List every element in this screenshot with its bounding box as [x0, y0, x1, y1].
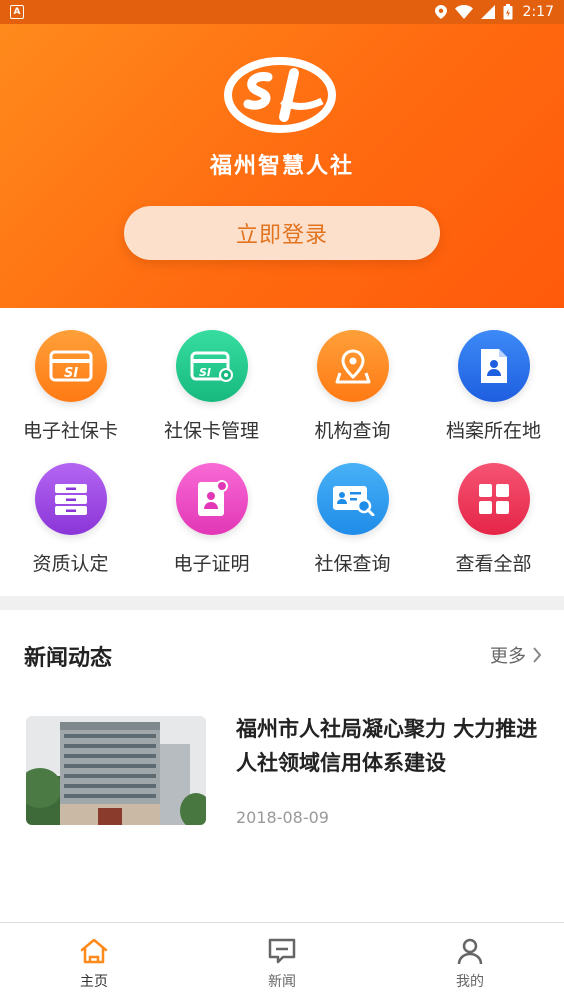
more-label: 更多 [490, 646, 526, 667]
user-icon [457, 938, 483, 965]
service-label: 机构查询 [314, 420, 391, 442]
certificate-icon [175, 463, 248, 535]
svg-text:SI: SI [199, 366, 211, 379]
ecard-icon: SI [34, 330, 107, 402]
service-social-security-query[interactable]: 社保查询 [282, 463, 423, 593]
service-ecard[interactable]: SI 电子社保卡 [0, 330, 141, 460]
service-archive-location[interactable]: 档案所在地 [423, 330, 564, 460]
section-divider [0, 596, 564, 610]
id-search-icon [316, 463, 389, 535]
status-bar: A 2:17 [0, 0, 564, 24]
header-banner: 福州智慧人社 立即登录 [0, 24, 564, 308]
signal-icon [480, 5, 495, 19]
news-section-title: 新闻动态 [24, 646, 113, 671]
home-icon [80, 938, 108, 964]
bottom-navigation: 主页 新闻 我的 [0, 922, 564, 1004]
news-section-header: 新闻动态 更多 [0, 610, 564, 694]
wifi-icon [454, 5, 473, 19]
nav-tab-profile[interactable]: 我的 [376, 923, 564, 1004]
service-label: 电子证明 [173, 553, 250, 575]
service-grid: SI 电子社保卡 SI 社保卡管理 机构查询 档案所在地 资质认定 电子证明 社… [0, 308, 564, 596]
service-qualification[interactable]: 资质认定 [0, 463, 141, 593]
drawer-icon [34, 463, 107, 535]
service-label: 社保卡管理 [163, 420, 259, 442]
clock: 2:17 [522, 4, 554, 20]
service-label: 电子社保卡 [22, 420, 118, 442]
nav-tab-home[interactable]: 主页 [0, 923, 188, 1004]
message-icon [268, 938, 296, 964]
nav-label: 我的 [456, 974, 484, 990]
news-headline: 福州市人社局凝心聚力 大力推进人社领域信用体系建设 [236, 717, 538, 775]
news-thumbnail [26, 716, 206, 825]
service-label: 社保查询 [314, 553, 391, 575]
news-more-link[interactable]: 更多 [490, 642, 542, 668]
card-manage-icon: SI [175, 330, 248, 402]
news-date: 2018-08-09 [236, 808, 329, 827]
location-map-icon [316, 330, 389, 402]
news-list-item[interactable]: 福州市人社局凝心聚力 大力推进人社领域信用体系建设 2018-08-09 [0, 700, 564, 840]
nav-tab-news[interactable]: 新闻 [188, 923, 376, 1004]
service-e-certificate[interactable]: 电子证明 [141, 463, 282, 593]
grid-icon [457, 463, 530, 535]
service-label: 档案所在地 [445, 420, 541, 442]
status-icons: 2:17 [434, 4, 554, 20]
app-brand-name: 福州智慧人社 [209, 154, 354, 179]
service-card-manage[interactable]: SI 社保卡管理 [141, 330, 282, 460]
login-button[interactable]: 立即登录 [124, 206, 440, 260]
app-notification-icon: A [10, 5, 24, 19]
nav-label: 新闻 [268, 974, 296, 990]
nav-label: 主页 [80, 974, 108, 990]
si-logo-icon [224, 57, 336, 133]
archive-icon [457, 330, 530, 402]
service-label: 资质认定 [32, 553, 109, 575]
battery-icon [503, 4, 513, 20]
service-view-all[interactable]: 查看全部 [423, 463, 564, 593]
svg-text:SI: SI [64, 366, 78, 381]
service-institution-query[interactable]: 机构查询 [282, 330, 423, 460]
service-label: 查看全部 [455, 553, 532, 575]
chevron-right-icon [533, 647, 542, 663]
location-icon [434, 5, 447, 19]
